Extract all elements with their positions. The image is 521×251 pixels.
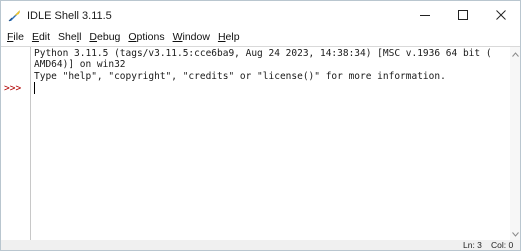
menu-help-label: elp [225,31,240,43]
minimize-icon [420,15,430,16]
close-icon [496,10,506,20]
menu-bar: File Edit Shell Debug Options Window Hel… [1,29,520,45]
menu-help-mnemonic: H [217,31,226,43]
status-line-number: Ln: 3 [463,240,482,250]
menu-help[interactable]: Help [214,29,244,45]
chevron-up-icon [511,51,519,57]
status-bar: Ln: 3 Col: 0 [1,240,520,250]
output-line: Python 3.11.5 (tags/v3.11.5:cce6ba9, Aug… [34,48,492,59]
scroll-up-button[interactable] [510,49,520,59]
menu-file[interactable]: File [1,29,28,45]
idle-app-icon [8,9,21,22]
menu-shell[interactable]: Shell [54,29,85,45]
menu-options-mnemonic: O [128,31,137,43]
menu-file-label: ile [13,31,24,43]
title-bar[interactable]: IDLE Shell 3.11.5 [1,1,520,29]
menu-edit-mnemonic: E [31,31,39,43]
vertical-scrollbar[interactable] [510,47,520,241]
minimize-button[interactable] [406,1,444,29]
scroll-down-button[interactable] [510,229,520,239]
window-title: IDLE Shell 3.11.5 [27,10,112,22]
menu-options[interactable]: Options [124,29,168,45]
status-column-number: Col: 0 [491,240,514,250]
menu-window[interactable]: Window [169,29,214,45]
output-line: Type "help", "copyright", "credits" or "… [34,71,446,82]
menu-shell-label-end: l [79,31,82,43]
shell-editor: >>> Python 3.11.5 (tags/v3.11.5:cce6ba9,… [1,46,520,241]
menu-debug-mnemonic: D [89,31,98,43]
menu-options-label: ptions [136,31,165,43]
maximize-button[interactable] [444,1,482,29]
menu-edit-label: dit [38,31,51,43]
chevron-down-icon [511,231,519,237]
menu-debug[interactable]: Debug [85,29,124,45]
menu-edit[interactable]: Edit [28,29,54,45]
text-cursor [34,82,35,94]
shell-text-area[interactable]: Python 3.11.5 (tags/v3.11.5:cce6ba9, Aug… [31,47,509,241]
idle-shell-window: IDLE Shell 3.11.5 File Edit Shell Debug … [0,0,521,251]
prompt-gutter: >>> [1,47,31,241]
shell-prompt: >>> [4,83,22,94]
maximize-icon [458,10,468,20]
output-line: AMD64)] on win32 [34,59,126,70]
menu-shell-label-start: She [58,31,77,43]
menu-window-label: indow [182,31,210,43]
menu-debug-label: ebug [97,31,121,43]
menu-window-mnemonic: W [172,31,183,43]
close-button[interactable] [482,1,520,29]
